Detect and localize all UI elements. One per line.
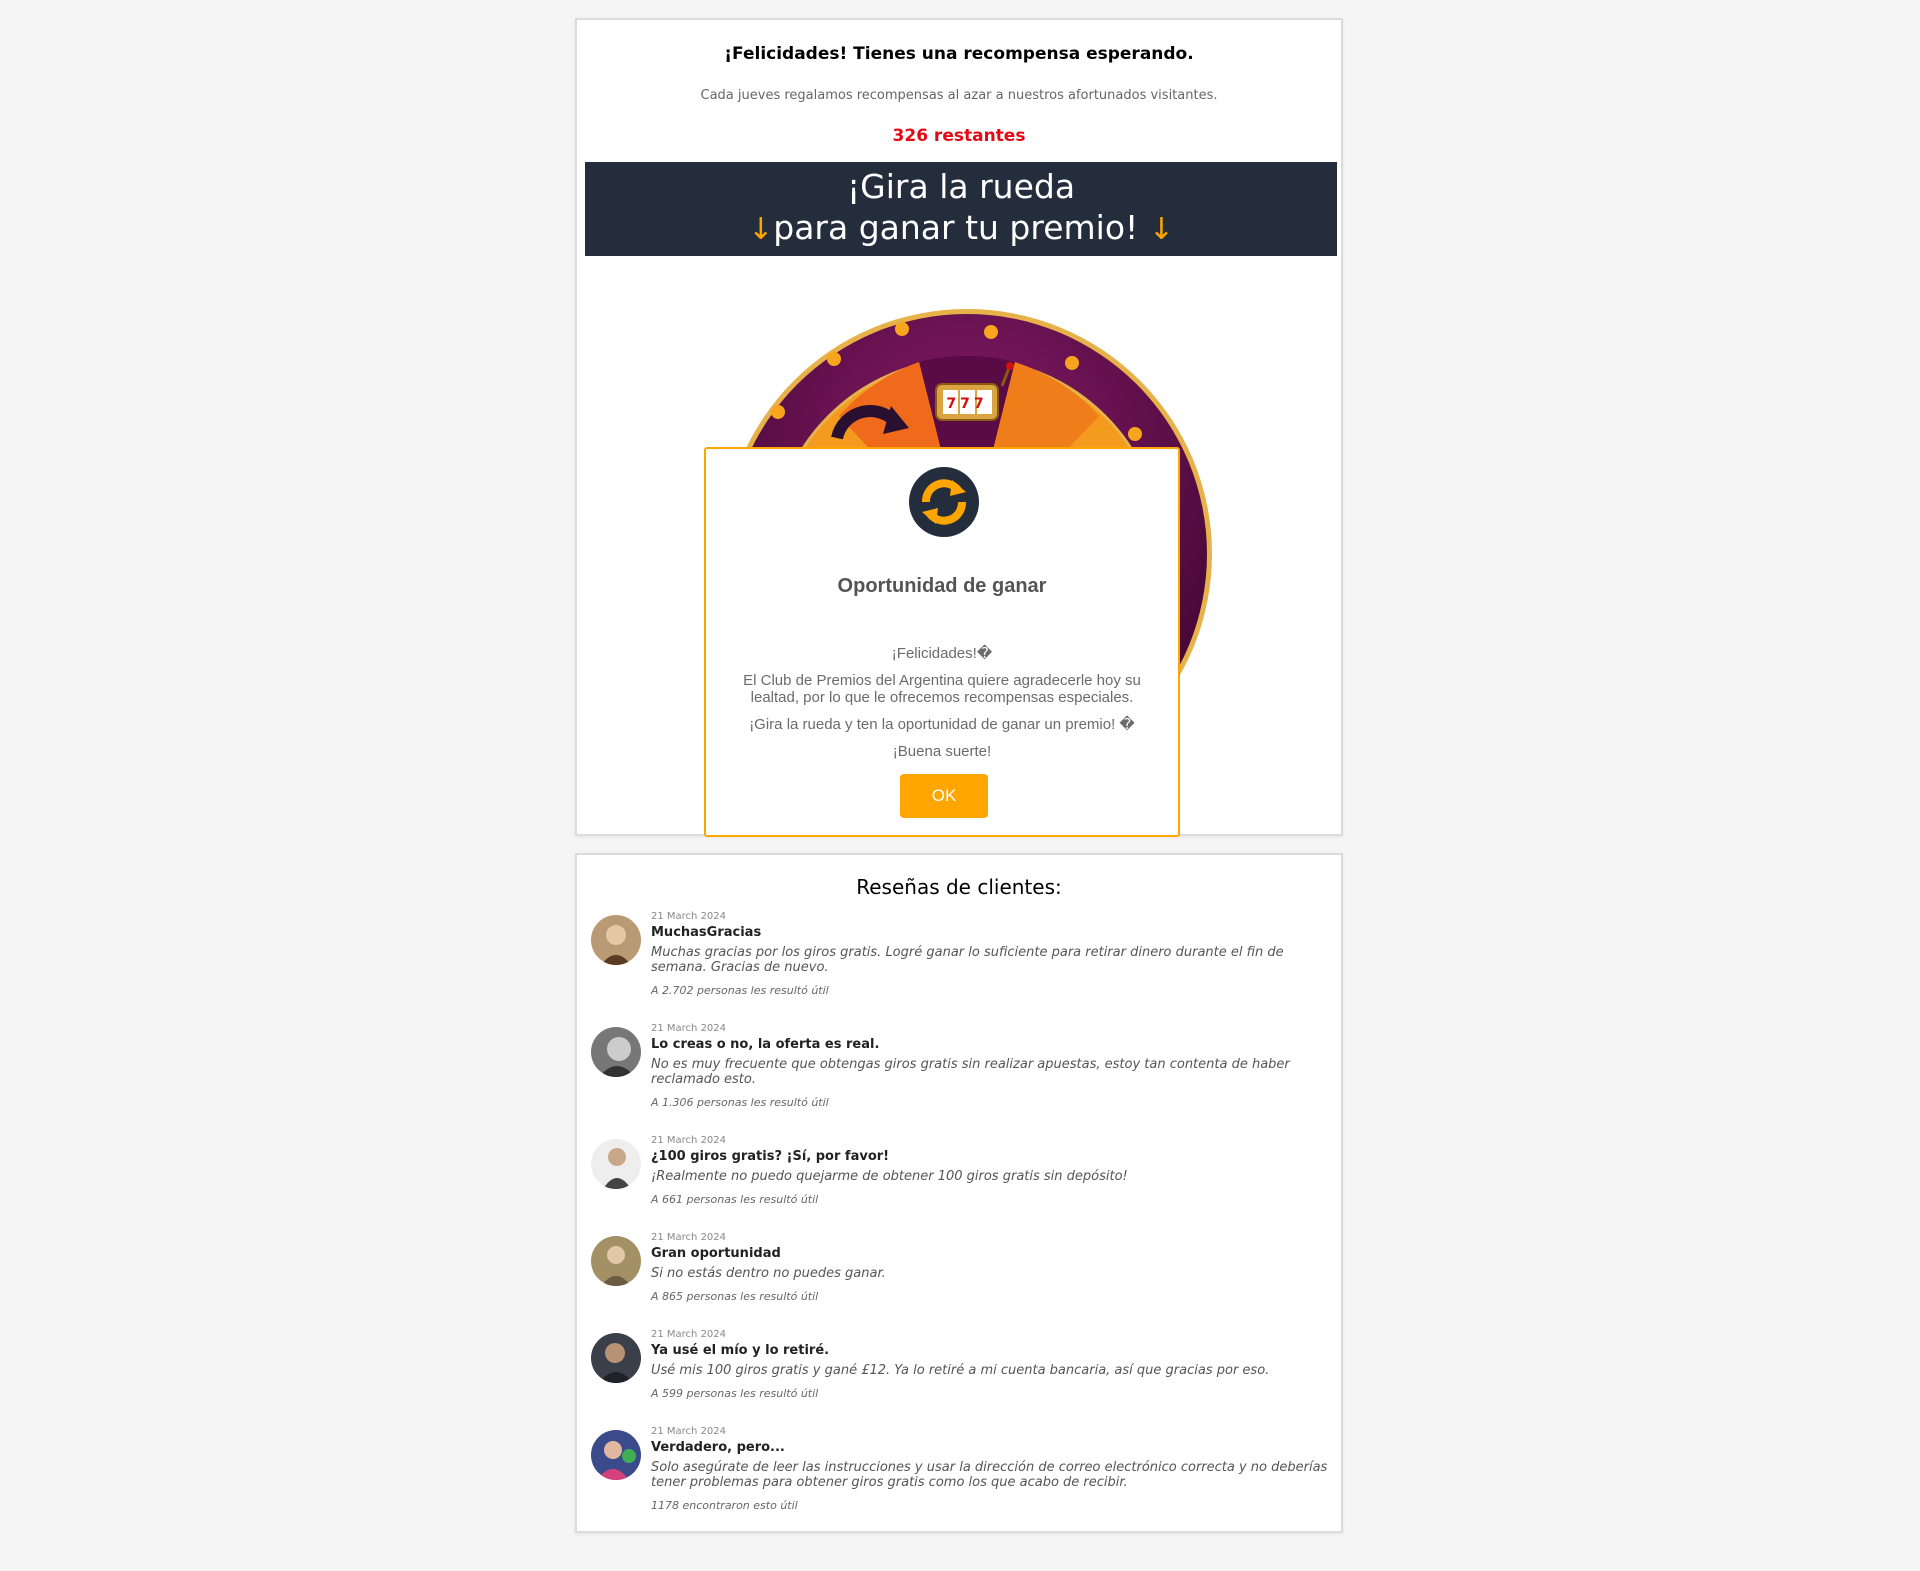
review-date: 21 March 2024 — [651, 1232, 727, 1243]
review-date: 21 March 2024 — [651, 1023, 727, 1034]
ok-button[interactable]: OK — [900, 774, 988, 818]
review-text: No es muy frecuente que obtengas giros g… — [651, 1057, 1290, 1087]
review-date: 21 March 2024 — [651, 911, 727, 922]
offer-subtitle: Cada jueves regalamos recompensas al aza… — [700, 88, 1218, 103]
review-helpful-count: A 661 personas les resultó útil — [651, 1193, 819, 1206]
review-text: Muchas gracias por los giros gratis. Log… — [651, 945, 1284, 975]
modal-cta: ¡Gira la rueda y ten la oportunidad de g… — [749, 716, 1135, 733]
review-date: 21 March 2024 — [651, 1426, 727, 1437]
reviews-card: Reseñas de clientes: 21 March 2024 Mucha… — [575, 853, 1343, 1533]
avatar — [591, 1430, 641, 1480]
banner-line2: para ganar tu premio! — [773, 208, 1139, 247]
review-author: Verdadero, pero... — [651, 1440, 785, 1455]
avatar — [591, 915, 641, 965]
reviews-heading: Reseñas de clientes: — [856, 875, 1062, 899]
slot-label: 777 — [946, 396, 987, 412]
avatar — [591, 1027, 641, 1077]
arrow-down-icon: ↓ — [1148, 212, 1174, 247]
offer-title: ¡Felicidades! Tienes una recompensa espe… — [724, 44, 1194, 64]
review-author: Gran oportunidad — [651, 1246, 781, 1261]
avatar — [591, 1139, 641, 1189]
review-helpful-count: A 865 personas les resultó útil — [651, 1290, 819, 1303]
review-author: MuchasGracias — [651, 925, 762, 940]
modal-message: El Club de Premios del Argentina quiere … — [743, 672, 1141, 706]
arrow-down-icon: ↓ — [748, 212, 774, 247]
win-chance-modal: Oportunidad de ganar ¡Felicidades!� El C… — [704, 447, 1180, 837]
review-text: Usé mis 100 giros gratis y gané £12. Ya … — [651, 1363, 1270, 1378]
review-author: Lo creas o no, la oferta es real. — [651, 1037, 880, 1052]
review-text: Si no estás dentro no puedes ganar. — [651, 1266, 886, 1281]
review-helpful-count: A 2.702 personas les resultó útil — [651, 984, 829, 997]
review-author: Ya usé el mío y lo retiré. — [651, 1343, 830, 1358]
modal-title: Oportunidad de ganar — [837, 575, 1047, 597]
review-helpful-count: A 1.306 personas les resultó útil — [651, 1096, 829, 1109]
review-date: 21 March 2024 — [651, 1329, 727, 1340]
remaining-count: 326 restantes — [892, 126, 1026, 146]
modal-luck: ¡Buena suerte! — [892, 743, 992, 760]
review-date: 21 March 2024 — [651, 1135, 727, 1146]
review-text: Solo asegúrate de leer las instrucciones… — [651, 1460, 1328, 1490]
spin-banner: ¡Gira la rueda ↓para ganar tu premio! ↓ — [585, 162, 1337, 256]
banner-line1: ¡Gira la rueda — [846, 167, 1076, 206]
review-author: ¿100 giros gratis? ¡Sí, por favor! — [651, 1149, 890, 1164]
review-text: ¡Realmente no puedo quejarme de obtener … — [651, 1169, 1128, 1184]
review-helpful-count: A 599 personas les resultó útil — [651, 1387, 819, 1400]
modal-greeting: ¡Felicidades!� — [891, 645, 993, 662]
avatar — [591, 1333, 641, 1383]
banner-line2-wrap: ↓para ganar tu premio! ↓ — [748, 208, 1174, 247]
refresh-icon — [909, 467, 979, 537]
review-helpful-count: 1178 encontraron esto útil — [651, 1499, 798, 1512]
avatar — [591, 1236, 641, 1286]
modal-body: ¡Felicidades!� El Club de Premios del Ar… — [736, 645, 1148, 770]
